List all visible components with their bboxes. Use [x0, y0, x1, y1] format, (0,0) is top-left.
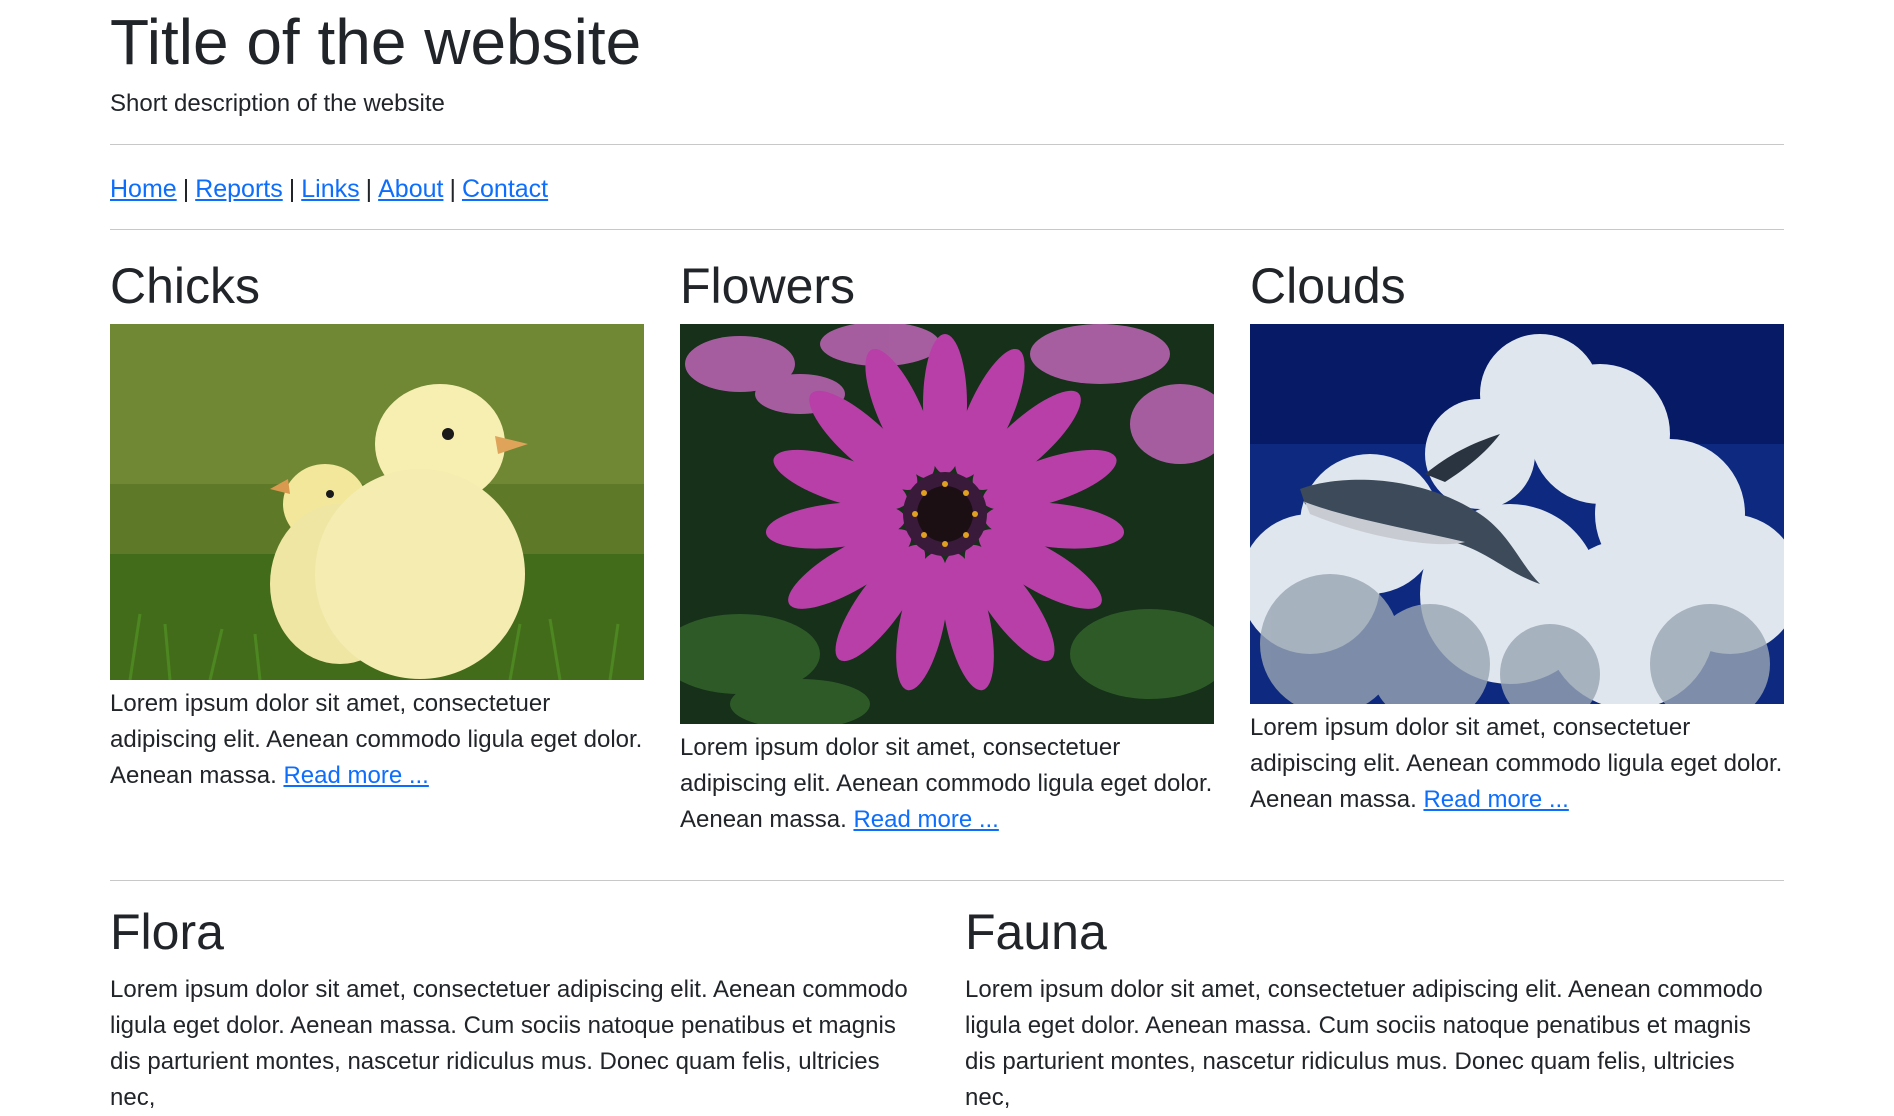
- nav-link-reports[interactable]: Reports: [195, 175, 283, 203]
- read-more-link[interactable]: Read more ...: [283, 762, 428, 789]
- nav-link-contact[interactable]: Contact: [462, 175, 548, 203]
- divider: [110, 144, 1784, 145]
- section-title: Flora: [110, 904, 224, 960]
- nav-separator: |: [182, 175, 190, 203]
- nav-separator: |: [449, 175, 456, 203]
- card-chicks: Chicks Lorem ipsum dolor sit amet, conse…: [110, 254, 644, 794]
- card-title: Flowers: [680, 258, 856, 314]
- read-more-link[interactable]: Read more ...: [1423, 786, 1568, 813]
- flowers-image: [680, 324, 1214, 724]
- nav-separator: |: [365, 175, 373, 203]
- section-text: Lorem ipsum dolor sit amet, consectetuer…: [965, 976, 1763, 1111]
- read-more-link[interactable]: Read more ...: [853, 806, 998, 833]
- card-text: Lorem ipsum dolor sit amet, consectetuer…: [680, 734, 1213, 833]
- section-flora: Flora Lorem ipsum dolor sit amet, consec…: [110, 900, 930, 1116]
- clouds-image: [1250, 324, 1784, 704]
- nav-link-links[interactable]: Links: [301, 175, 359, 203]
- card-title: Clouds: [1250, 258, 1406, 314]
- card-flowers: Flowers Lorem ipsum dolor sit amet, cons…: [680, 254, 1214, 838]
- card-clouds: Clouds Lorem ipsum dolor sit amet, conse…: [1250, 254, 1784, 818]
- nav-link-home[interactable]: Home: [110, 175, 177, 203]
- nav-link-about[interactable]: About: [378, 175, 443, 203]
- site-title: Title of the website: [110, 6, 642, 78]
- site-description: Short description of the website: [110, 90, 445, 117]
- card-title: Chicks: [110, 258, 261, 314]
- divider: [110, 229, 1784, 230]
- card-text: Lorem ipsum dolor sit amet, consectetuer…: [110, 690, 643, 789]
- main-nav: Home | Reports | Links | About | Contact: [110, 172, 548, 206]
- nav-separator: |: [288, 175, 296, 203]
- section-text: Lorem ipsum dolor sit amet, consectetuer…: [110, 976, 908, 1111]
- section-title: Fauna: [965, 904, 1107, 960]
- divider: [110, 880, 1784, 881]
- card-text: Lorem ipsum dolor sit amet, consectetuer…: [1250, 714, 1783, 813]
- chicks-image: [110, 324, 644, 680]
- section-fauna: Fauna Lorem ipsum dolor sit amet, consec…: [965, 900, 1785, 1116]
